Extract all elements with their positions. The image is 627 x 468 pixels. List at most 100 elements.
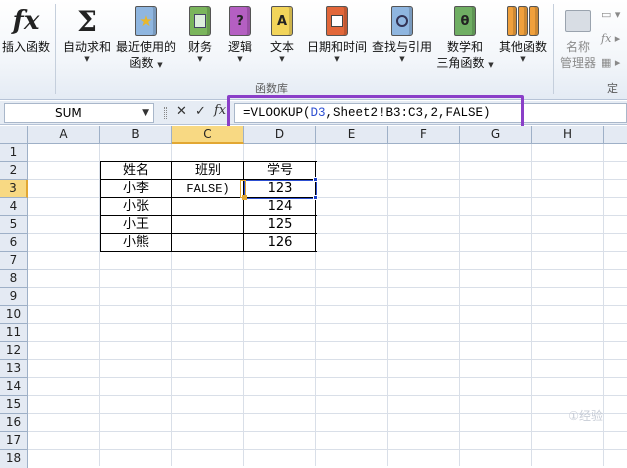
chevron-down-icon: ▼	[334, 55, 340, 63]
table-cell[interactable]: 小王	[100, 216, 172, 234]
row-header-12[interactable]: 12	[0, 342, 28, 360]
create-from-selection-icon[interactable]: ▦ ▸	[601, 56, 620, 69]
reference-highlight	[244, 180, 317, 199]
name-box[interactable]: SUM ▼	[4, 103, 154, 123]
more-functions-button[interactable]: 其他函数 ▼	[496, 0, 550, 78]
gridline	[28, 287, 627, 288]
fx-icon: fx	[12, 6, 40, 36]
row-header-13[interactable]: 13	[0, 360, 28, 378]
gridline	[28, 269, 627, 270]
table-cell[interactable]: 小张	[100, 198, 172, 216]
table-cell[interactable]	[172, 198, 244, 216]
chevron-down-icon: ▼	[84, 55, 90, 63]
gridline	[28, 449, 627, 450]
row-header-2[interactable]: 2	[0, 162, 28, 180]
watermark: ①经验	[568, 409, 603, 423]
formula-bar: SUM ▼ ✕ ✓ fx =VLOOKUP(D3,Sheet2!B3:C3,2,…	[0, 101, 627, 125]
table-header[interactable]: 姓名	[100, 162, 172, 180]
gridline	[28, 395, 627, 396]
chevron-down-icon: ▼	[488, 61, 494, 69]
column-header-b[interactable]: B	[100, 126, 172, 144]
row-header-3[interactable]: 3	[0, 180, 28, 198]
name-manager-icon	[565, 10, 591, 32]
select-all-corner[interactable]	[0, 126, 28, 144]
formula-input[interactable]: =VLOOKUP(D3,Sheet2!B3:C3,2,FALSE)	[234, 103, 627, 123]
insert-function-button[interactable]: fx 插入函数	[0, 0, 52, 78]
row-header-15[interactable]: 15	[0, 396, 28, 414]
table-cell[interactable]	[172, 234, 244, 252]
autosum-button[interactable]: Σ 自动求和 ▼	[60, 0, 114, 78]
cancel-icon[interactable]: ✕	[176, 104, 187, 119]
row-header-6[interactable]: 6	[0, 234, 28, 252]
table-cell[interactable]: 126	[244, 234, 316, 252]
row-header-4[interactable]: 4	[0, 198, 28, 216]
column-header-a[interactable]: A	[28, 126, 100, 144]
row-header-10[interactable]: 10	[0, 306, 28, 324]
row-header-7[interactable]: 7	[0, 252, 28, 270]
table-cell[interactable]	[172, 216, 244, 234]
column-header-h[interactable]: H	[532, 126, 604, 144]
fill-handle[interactable]	[242, 195, 247, 200]
gridline	[28, 305, 627, 306]
recently-used-button[interactable]: ★ 最近使用的 函数 ▼	[114, 0, 178, 78]
finance-book-icon	[189, 6, 211, 36]
chevron-down-icon: ▼	[197, 55, 203, 63]
date-book-icon	[326, 6, 348, 36]
row-header-9[interactable]: 9	[0, 288, 28, 306]
gridline	[28, 431, 627, 432]
table-header[interactable]: 班别	[172, 162, 244, 180]
chevron-down-icon: ▼	[279, 55, 285, 63]
cell-area[interactable]: 姓名 班别 学号 小李 FALSE) 123 小张 124 小王 125 小熊 …	[28, 144, 627, 466]
define-name-icon[interactable]: ▭ ▾	[601, 8, 620, 21]
row-header-14[interactable]: 14	[0, 378, 28, 396]
name-manager-button[interactable]: 名称 管理器	[556, 0, 600, 78]
ribbon-separator	[55, 4, 56, 94]
other-books-icon	[507, 6, 539, 36]
enter-icon[interactable]: ✓	[195, 104, 206, 119]
chevron-down-icon: ▼	[399, 55, 405, 63]
column-header-f[interactable]: F	[388, 126, 460, 144]
editing-cell[interactable]: FALSE)	[172, 180, 244, 198]
gridline	[28, 341, 627, 342]
gridline	[28, 377, 627, 378]
row-header-18[interactable]: 18	[0, 450, 28, 468]
use-in-formula-icon[interactable]: fx ▸	[601, 32, 620, 45]
math-book-icon: θ	[454, 6, 476, 36]
column-header-d[interactable]: D	[244, 126, 316, 144]
row-header-11[interactable]: 11	[0, 324, 28, 342]
chevron-down-icon[interactable]: ▼	[142, 104, 149, 122]
range-handle[interactable]	[313, 177, 318, 182]
resize-handle[interactable]	[164, 107, 167, 119]
row-header-8[interactable]: 8	[0, 270, 28, 288]
gridline	[28, 413, 627, 414]
logic-button[interactable]: ? 逻辑 ▼	[222, 0, 258, 78]
table-header[interactable]: 学号	[244, 162, 316, 180]
text-button[interactable]: A 文本 ▼	[264, 0, 300, 78]
table-cell[interactable]: 124	[244, 198, 316, 216]
star-book-icon: ★	[135, 6, 157, 36]
ribbon: fx 插入函数 Σ 自动求和 ▼ ★ 最近使用的 函数 ▼ 财务 ▼ ? 逻辑 …	[0, 0, 627, 100]
row-header-1[interactable]: 1	[0, 144, 28, 162]
table-cell[interactable]: 小李	[100, 180, 172, 198]
range-handle[interactable]	[313, 195, 318, 200]
column-header-i[interactable]	[604, 126, 627, 144]
row-header-16[interactable]: 16	[0, 414, 28, 432]
spreadsheet-grid: A B C D E F G H 1 2 3 4 5 6 7 8 9 10 11 …	[0, 126, 627, 468]
table-cell[interactable]: 125	[244, 216, 316, 234]
lookup-reference-button[interactable]: 查找与引用 ▼	[370, 0, 434, 78]
row-header-5[interactable]: 5	[0, 216, 28, 234]
chevron-down-icon: ▼	[237, 55, 243, 63]
logic-book-icon: ?	[229, 6, 251, 36]
date-time-button[interactable]: 日期和时间 ▼	[304, 0, 370, 78]
table-cell[interactable]: 小熊	[100, 234, 172, 252]
column-header-e[interactable]: E	[316, 126, 388, 144]
insert-function-icon[interactable]: fx	[214, 103, 226, 118]
text-book-icon: A	[271, 6, 293, 36]
column-header-g[interactable]: G	[460, 126, 532, 144]
row-header-17[interactable]: 17	[0, 432, 28, 450]
lookup-book-icon	[391, 6, 413, 36]
column-header-c[interactable]: C	[172, 126, 244, 144]
finance-button[interactable]: 财务 ▼	[182, 0, 218, 78]
math-trig-button[interactable]: θ 数学和 三角函数 ▼	[436, 0, 494, 78]
defined-names-group-label: 定	[607, 82, 618, 95]
